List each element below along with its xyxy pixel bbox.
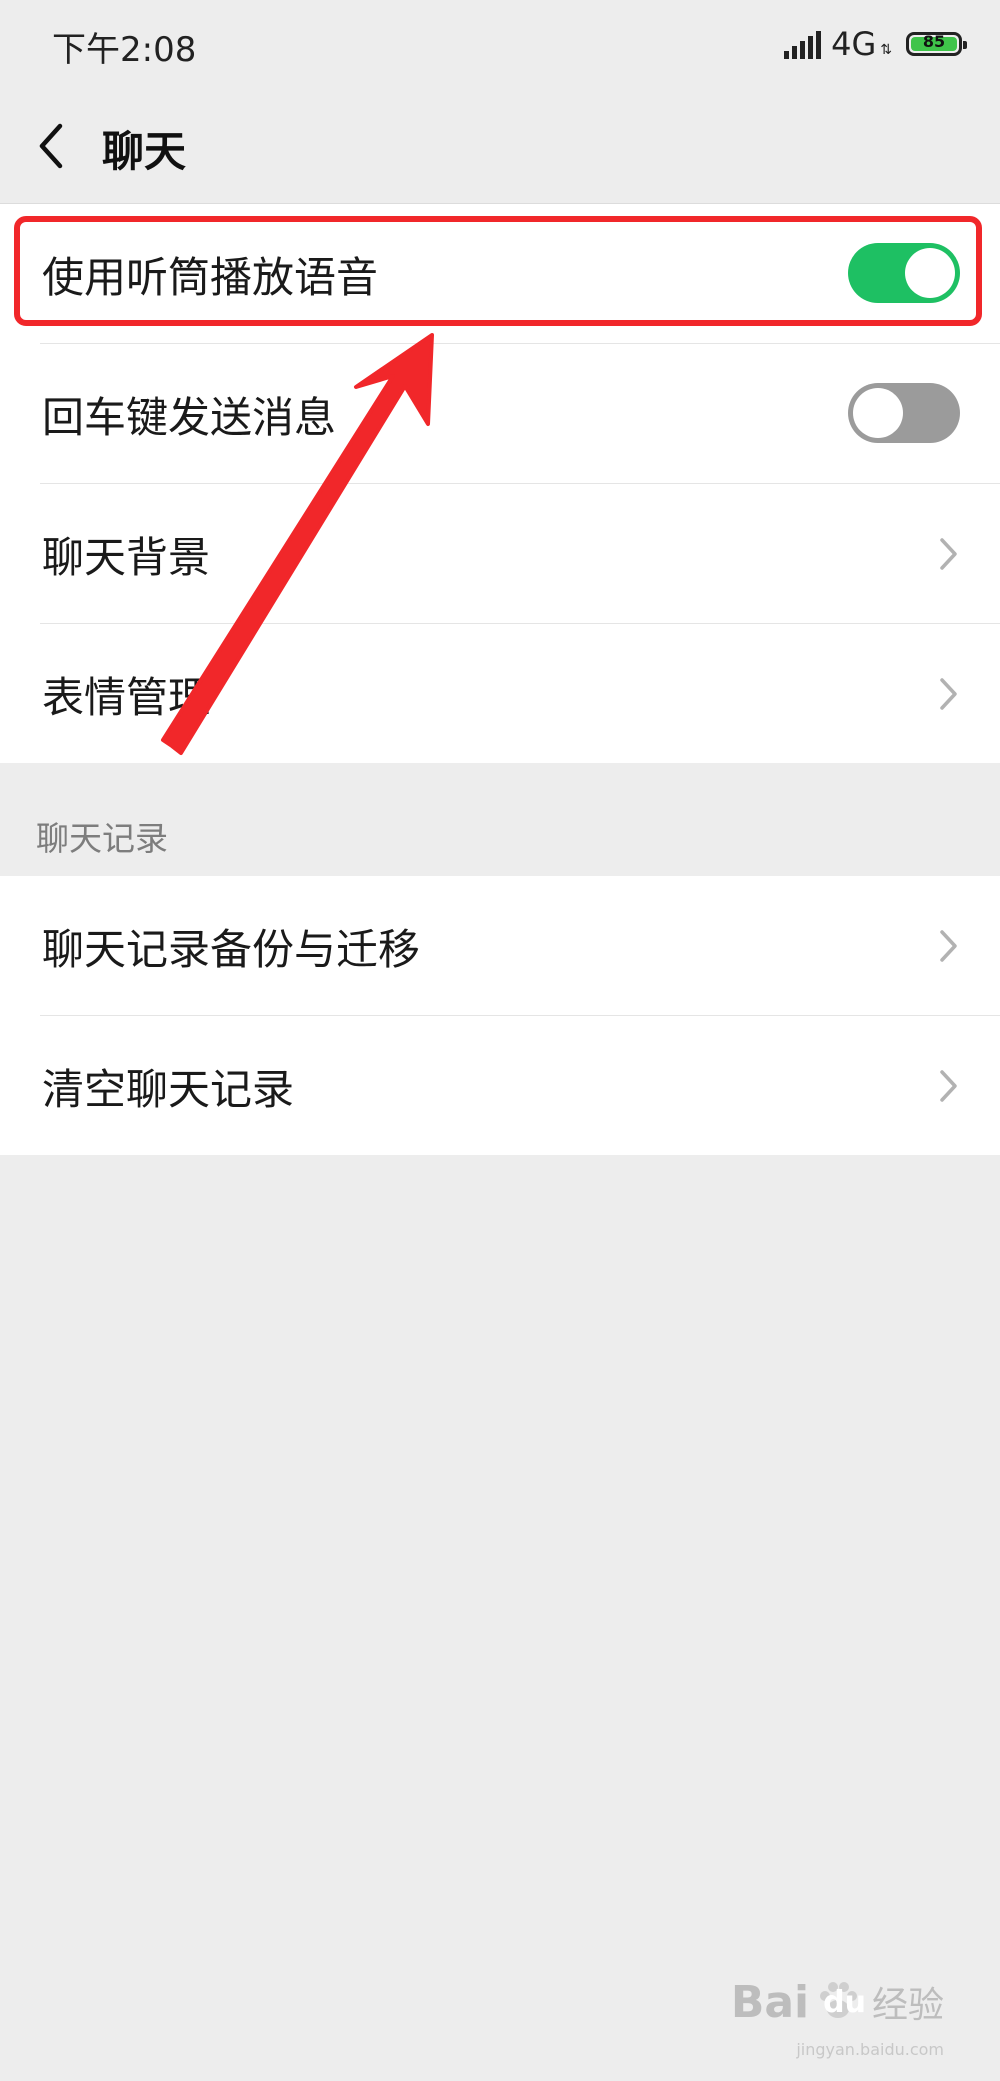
status-time: 下午2:08 <box>52 30 197 70</box>
battery-level: 85 <box>922 32 946 51</box>
chevron-right-icon <box>940 538 957 570</box>
setting-label: 表情管理 <box>42 673 211 722</box>
setting-label: 聊天背景 <box>42 533 211 582</box>
watermark-product: 经验 <box>871 1985 944 2026</box>
setting-clear-chat-history[interactable]: 清空聊天记录 <box>40 1016 1000 1155</box>
section-header-chat-history: 聊天记录 <box>36 819 168 858</box>
chevron-left-icon[interactable] <box>32 118 72 174</box>
battery-icon: 85 <box>906 32 967 56</box>
watermark-brand: Bai <box>730 1976 810 2028</box>
chevron-right-icon <box>940 678 957 710</box>
nav-bar: 聊天 <box>0 90 1000 204</box>
setting-label: 回车键发送消息 <box>42 393 337 442</box>
settings-group-chat-history: 聊天记录备份与迁移 清空聊天记录 <box>0 876 1000 1155</box>
chevron-right-icon <box>940 1070 957 1102</box>
setting-label: 聊天记录备份与迁移 <box>42 925 421 974</box>
setting-label: 使用听筒播放语音 <box>42 253 379 302</box>
setting-chat-background[interactable]: 聊天背景 <box>40 484 1000 624</box>
status-bar: 下午2:08 4G ⇅ 85 <box>0 0 1000 90</box>
network-type: 4G <box>831 25 877 63</box>
setting-label: 清空聊天记录 <box>42 1065 295 1114</box>
settings-group-general: 使用听筒播放语音 回车键发送消息 聊天背景 表情管理 <box>0 204 1000 763</box>
setting-sticker-management[interactable]: 表情管理 <box>40 624 1000 763</box>
chevron-right-icon <box>940 930 957 962</box>
watermark-brand-suffix: du <box>823 1984 866 2020</box>
setting-earpiece-voice[interactable]: 使用听筒播放语音 <box>40 204 1000 344</box>
page-title: 聊天 <box>102 127 187 176</box>
watermark-url: jingyan.baidu.com <box>796 2040 944 2059</box>
status-icons: 4G ⇅ 85 <box>784 24 967 64</box>
baidu-watermark: Bai du 经验 <box>731 1976 944 2028</box>
earpiece-toggle[interactable] <box>848 243 960 303</box>
setting-enter-to-send[interactable]: 回车键发送消息 <box>40 344 1000 484</box>
setting-backup-migrate[interactable]: 聊天记录备份与迁移 <box>40 876 1000 1016</box>
signal-icon <box>784 29 822 59</box>
enter-send-toggle[interactable] <box>848 383 960 443</box>
data-activity-icon: ⇅ <box>880 42 892 58</box>
